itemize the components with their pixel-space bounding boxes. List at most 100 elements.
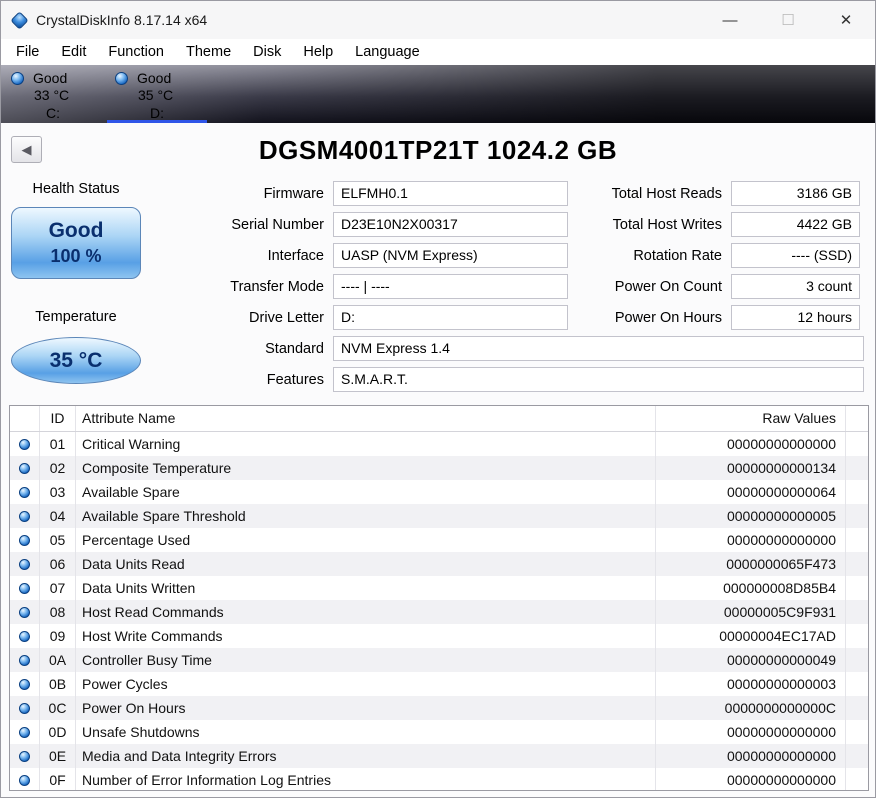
attribute-name: Data Units Written — [76, 576, 656, 600]
table-row: 02 Composite Temperature 00000000000134 — [10, 456, 868, 480]
menu-theme[interactable]: Theme — [175, 39, 242, 65]
drive-status-good-icon — [11, 71, 24, 85]
health-status-button[interactable]: Good 100 % — [11, 207, 141, 279]
field-label: Transfer Mode — [230, 278, 324, 295]
field-value-box: ---- (SSD) — [731, 243, 860, 268]
field-power-on-hours: Power On Hours 12 hours — [567, 305, 860, 330]
table-row: 0A Controller Busy Time 00000000000049 — [10, 648, 868, 672]
table-row: 06 Data Units Read 0000000065F473 — [10, 552, 868, 576]
field-interface: Interface UASP (NVM Express) — [151, 243, 568, 268]
field-drive-letter: Drive Letter D: — [151, 305, 568, 330]
attribute-name: Controller Busy Time — [76, 648, 656, 672]
field-label: Total Host Reads — [611, 185, 722, 202]
attribute-id: 02 — [40, 456, 76, 480]
status-column-header — [10, 406, 40, 431]
attribute-id: 0F — [40, 768, 76, 790]
attribute-raw-value: 00000000000003 — [656, 672, 846, 696]
close-button[interactable]: ✕ — [817, 1, 875, 39]
menu-function[interactable]: Function — [97, 39, 175, 65]
table-row: 09 Host Write Commands 00000004EC17AD — [10, 624, 868, 648]
field-value-box: 4422 GB — [731, 212, 860, 237]
table-row: 04 Available Spare Threshold 00000000000… — [10, 504, 868, 528]
attribute-raw-value: 00000005C9F931 — [656, 600, 846, 624]
table-row: 01 Critical Warning 00000000000000 — [10, 432, 868, 456]
attribute-id: 0C — [40, 696, 76, 720]
attribute-raw-value: 0000000065F473 — [656, 552, 846, 576]
field-total-host-reads: Total Host Reads 3186 GB — [567, 181, 860, 206]
table-row: 0B Power Cycles 00000000000003 — [10, 672, 868, 696]
field-label: Interface — [267, 247, 324, 264]
field-label: Firmware — [263, 185, 324, 202]
menu-edit[interactable]: Edit — [50, 39, 97, 65]
field-serial-number: Serial Number D23E10N2X00317 — [151, 212, 568, 237]
drive-selector-bar: Good 33 °C C: Good 35 °C D: — [1, 65, 875, 123]
drive-letter-label: C: — [46, 105, 60, 121]
drive-tab-c[interactable]: Good 33 °C C: — [1, 65, 105, 123]
drive-tab-d[interactable]: Good 35 °C D: — [105, 65, 209, 123]
status-good-icon — [19, 654, 30, 666]
health-status-label: Health Status — [32, 181, 120, 197]
attribute-raw-value: 00000000000049 — [656, 648, 846, 672]
status-good-icon — [19, 534, 30, 546]
attribute-id: 09 — [40, 624, 76, 648]
field-total-host-writes: Total Host Writes 4422 GB — [567, 212, 860, 237]
attribute-name: Available Spare Threshold — [76, 504, 656, 528]
attribute-id: 0E — [40, 744, 76, 768]
field-firmware: Firmware ELFMH0.1 — [151, 181, 568, 206]
attribute-name-column-header: Attribute Name — [76, 406, 656, 431]
main-content: ◀ DGSM4001TP21T 1024.2 GB Health Status … — [1, 123, 875, 797]
menu-disk[interactable]: Disk — [242, 39, 292, 65]
attribute-name: Power On Hours — [76, 696, 656, 720]
table-header: ID Attribute Name Raw Values — [10, 406, 868, 432]
attribute-id: 0B — [40, 672, 76, 696]
maximize-button[interactable]: ☐ — [759, 1, 817, 39]
attribute-id: 07 — [40, 576, 76, 600]
menu-help[interactable]: Help — [292, 39, 344, 65]
attribute-name: Percentage Used — [76, 528, 656, 552]
field-value-box: 3186 GB — [731, 181, 860, 206]
status-good-icon — [19, 558, 30, 570]
field-label: Features — [266, 371, 324, 388]
field-label: Total Host Writes — [612, 216, 722, 233]
table-row: 03 Available Spare 00000000000064 — [10, 480, 868, 504]
menu-file[interactable]: File — [5, 39, 50, 65]
attribute-id: 01 — [40, 432, 76, 456]
status-good-icon — [19, 582, 30, 594]
attribute-id: 03 — [40, 480, 76, 504]
app-icon — [10, 10, 29, 30]
drive-temp-label: 35 °C — [138, 87, 174, 103]
table-row: 0F Number of Error Information Log Entri… — [10, 768, 868, 790]
attribute-id: 04 — [40, 504, 76, 528]
field-value-box: ---- | ---- — [333, 274, 568, 299]
field-rotation-rate: Rotation Rate ---- (SSD) — [567, 243, 860, 268]
raw-values-column-header: Raw Values — [656, 406, 846, 431]
field-value-box: S.M.A.R.T. — [333, 367, 864, 392]
attribute-raw-value: 00000000000064 — [656, 480, 846, 504]
temperature-button[interactable]: 35 °C — [11, 337, 141, 384]
field-value-box: 3 count — [731, 274, 860, 299]
menu-language[interactable]: Language — [344, 39, 431, 65]
drive-status-label: Good — [33, 70, 68, 86]
status-good-icon — [19, 606, 30, 618]
attribute-id: 06 — [40, 552, 76, 576]
attribute-raw-value: 00000000000000 — [656, 720, 846, 744]
status-good-icon — [19, 630, 30, 642]
attribute-name: Available Spare — [76, 480, 656, 504]
attribute-name: Host Read Commands — [76, 600, 656, 624]
drive-letter-label: D: — [150, 105, 164, 121]
status-good-icon — [19, 510, 30, 522]
status-good-icon — [19, 486, 30, 498]
attribute-name: Power Cycles — [76, 672, 656, 696]
field-label: Drive Letter — [249, 309, 324, 326]
menu-bar: File Edit Function Theme Disk Help Langu… — [1, 39, 875, 65]
attribute-id: 05 — [40, 528, 76, 552]
attribute-id: 0D — [40, 720, 76, 744]
app-window: CrystalDiskInfo 8.17.14 x64 — ☐ ✕ File E… — [0, 0, 876, 798]
field-label: Power On Hours — [614, 309, 722, 326]
minimize-button[interactable]: — — [701, 1, 759, 39]
drive-status-label: Good — [137, 70, 172, 86]
attribute-raw-value: 00000000000000 — [656, 768, 846, 790]
temperature-label: Temperature — [35, 309, 117, 325]
attribute-name: Media and Data Integrity Errors — [76, 744, 656, 768]
smart-attributes-table: ID Attribute Name Raw Values 01 Critical… — [9, 405, 869, 791]
